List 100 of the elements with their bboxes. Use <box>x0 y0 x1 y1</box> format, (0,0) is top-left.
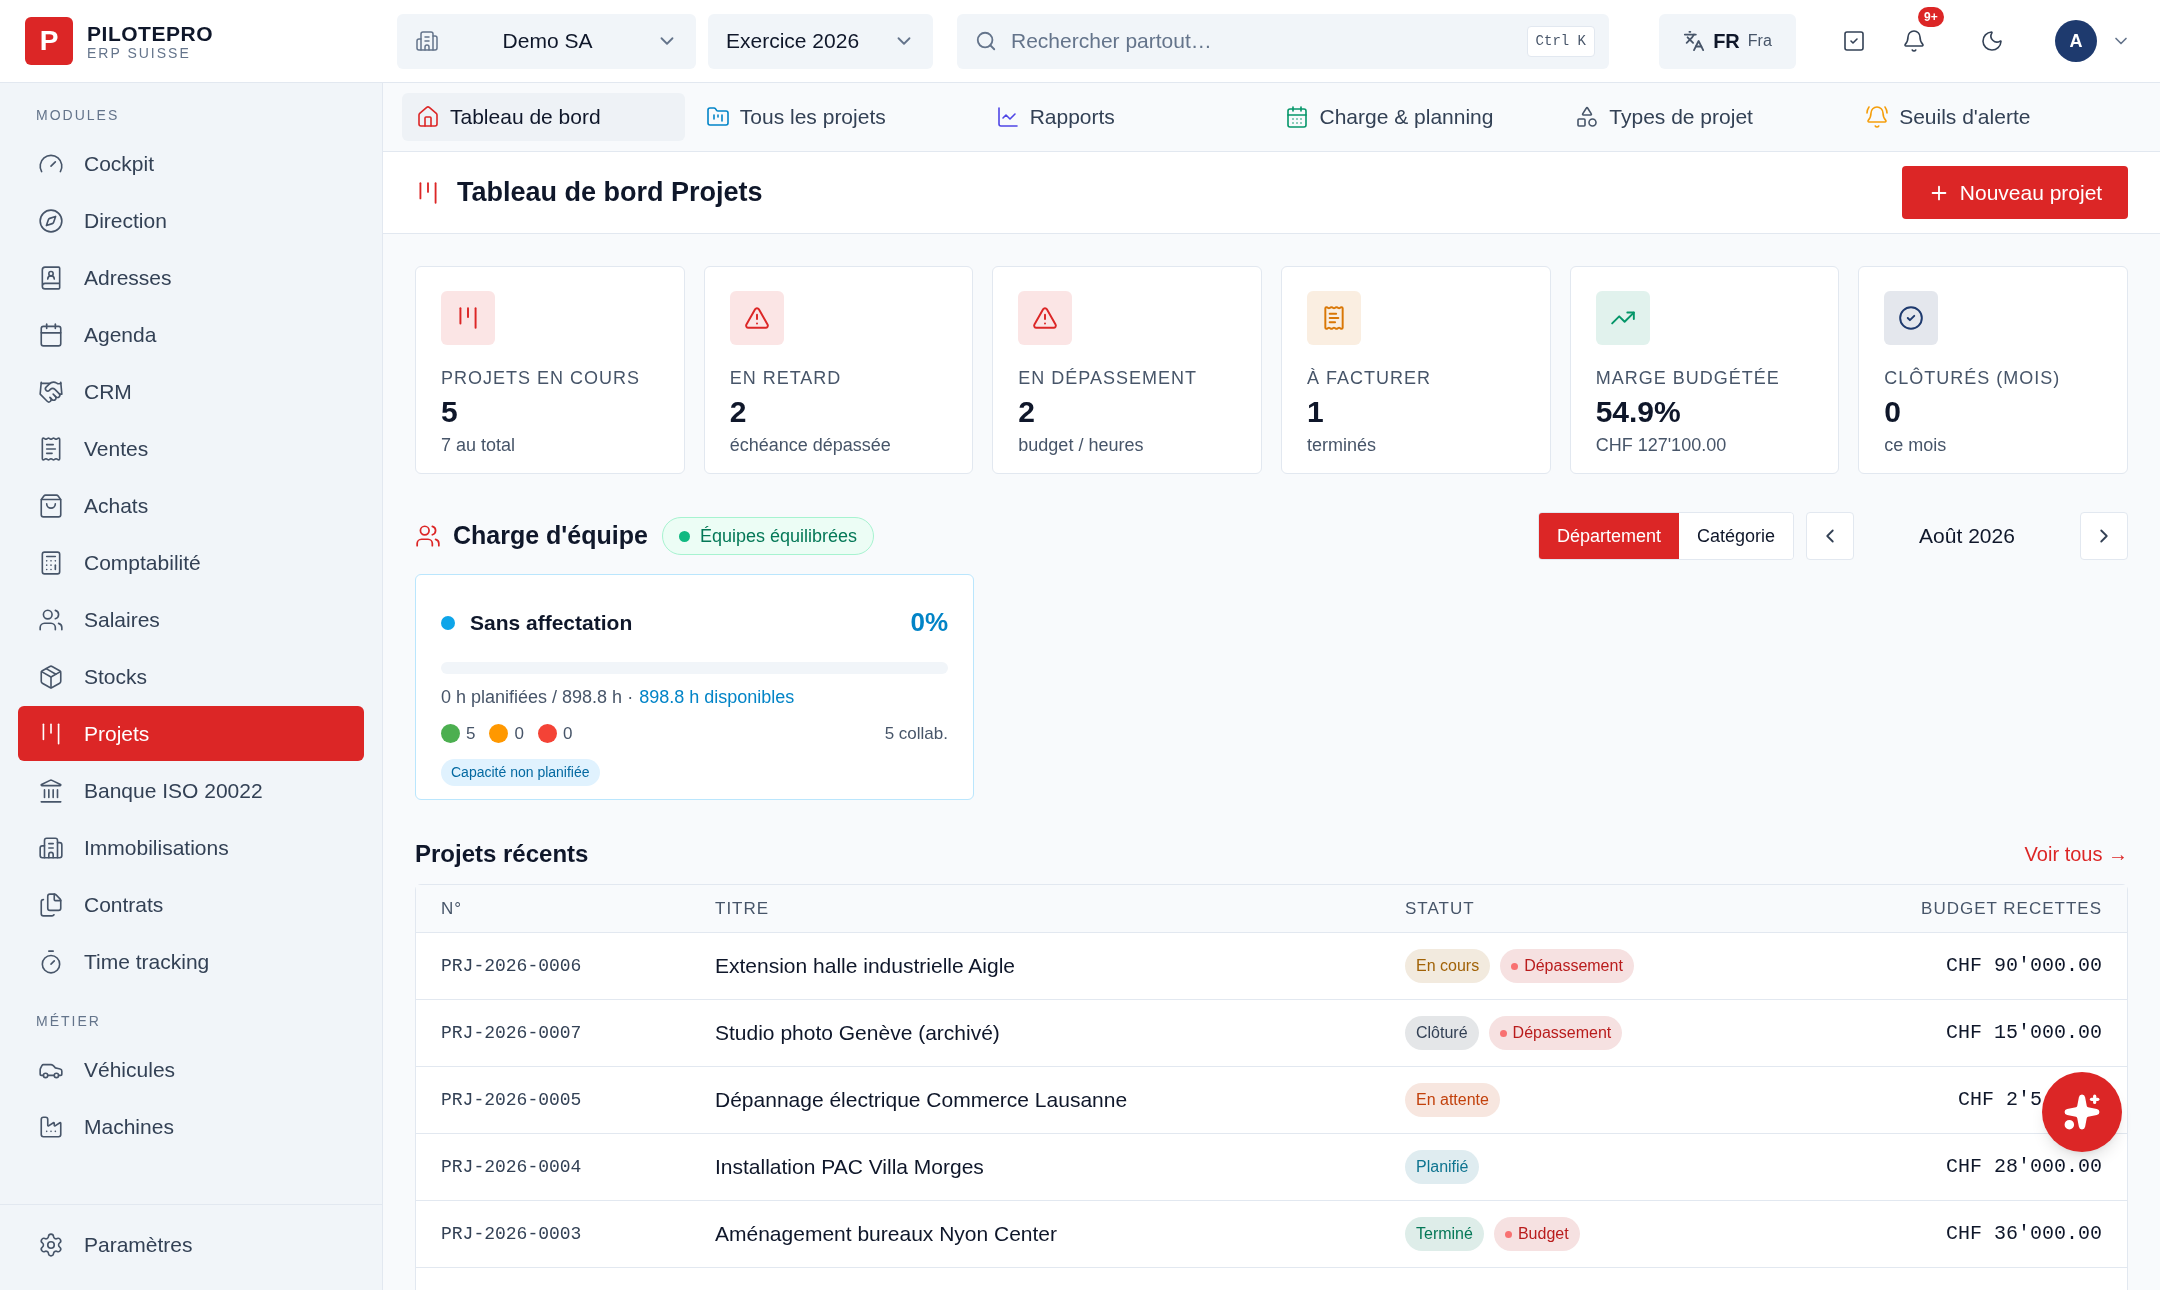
stat-label: PROJETS EN COURS <box>441 367 642 390</box>
stat-value: 1 <box>1307 394 1325 430</box>
new-project-button[interactable]: Nouveau projet <box>1902 166 2128 219</box>
settings-item[interactable]: Paramètres <box>18 1217 364 1272</box>
stat-caption: 7 au total <box>441 434 517 457</box>
sidebar-section-title: MÉTIER <box>35 1012 102 1031</box>
alert-badge: Dépassement <box>1500 949 1634 983</box>
sidebar-item[interactable]: Comptabilité <box>18 535 364 590</box>
project-number: PRJ-2026-0005 <box>441 1088 583 1112</box>
receipt-icon <box>1321 305 1347 331</box>
warning-icon <box>743 305 770 331</box>
project-title: Extension halle industrielle Aigle <box>715 953 1017 980</box>
stat-label: À FACTURER <box>1307 367 1432 390</box>
notification-count: 9+ <box>1918 7 1944 27</box>
section-title: Projets récents <box>415 839 589 869</box>
stat-label: CLÔTURÉS (MOIS) <box>1884 366 2062 390</box>
stat-caption: CHF 127'100.00 <box>1595 434 1728 457</box>
sidebar-item[interactable]: Adresses <box>18 250 364 305</box>
sidebar-item[interactable]: Contrats <box>18 877 364 932</box>
count-value: 0 <box>562 723 573 745</box>
sidebar-item[interactable]: Salaires <box>18 592 364 647</box>
budget-amount: CHF 15'000.00 <box>1945 1020 2102 1046</box>
stat-caption: budget / heures <box>1018 434 1145 457</box>
load-percent: 0% <box>910 606 948 639</box>
stat-value: 0 <box>1884 394 1902 430</box>
fiscal-year-select[interactable]: Exercice 2026 <box>708 13 933 69</box>
sidebar-item[interactable]: Direction <box>18 193 364 248</box>
project-title: Studio photo Genève (archivé) <box>715 1020 1001 1047</box>
bank-icon <box>38 777 64 804</box>
alert-badge: Dépassement <box>1488 1016 1623 1050</box>
sidebar-item[interactable]: Véhicules <box>18 1042 364 1097</box>
sidebar-item[interactable]: Immobilisations <box>18 820 364 875</box>
sidebar-item[interactable]: Machines <box>18 1099 364 1154</box>
status-badge: Clôturé <box>1405 1016 1479 1050</box>
project-title: Aménagement bureaux Nyon Center <box>715 1221 1059 1248</box>
language-select[interactable]: FR Fra <box>1659 13 1796 69</box>
tab[interactable]: Rapports <box>981 93 1265 141</box>
stat-value: 5 <box>441 394 459 430</box>
tab[interactable]: Tableau de bord <box>402 93 685 141</box>
sidebar-section-title: MODULES <box>35 106 121 125</box>
alert-badge: Budget <box>1493 1217 1580 1251</box>
calendar-icon <box>38 321 64 348</box>
package-icon <box>38 663 64 690</box>
project-number: PRJ-2026-0003 <box>441 1222 583 1246</box>
budget-amount: CHF 90'000.00 <box>1945 953 2102 979</box>
translate-icon <box>1683 30 1706 52</box>
project-number: PRJ-2026-0006 <box>441 954 583 978</box>
status-badge: Équipes équilibrées <box>661 517 874 555</box>
project-title: Dépannage électrique Commerce Lausanne <box>715 1087 1129 1114</box>
members-count: 5 collab. <box>884 723 948 745</box>
bell-icon <box>1902 29 1926 53</box>
stat-caption: échéance dépassée <box>729 434 892 457</box>
check-circle-icon <box>1898 305 1925 331</box>
sidebar-item[interactable]: Ventes <box>18 421 364 476</box>
building-icon <box>38 834 64 861</box>
count-value: 0 <box>514 723 524 745</box>
tab[interactable]: Charge & planning <box>1271 93 1555 141</box>
tab[interactable]: Seuils d'alerte <box>1851 93 2134 141</box>
sidebar-item[interactable]: Banque ISO 20022 <box>18 763 364 818</box>
app-subtitle: ERP SUISSE <box>87 45 192 60</box>
status-badge: Planifié <box>1405 1150 1480 1184</box>
column-header: BUDGET RECETTES <box>1920 897 2102 920</box>
status-badge: Terminé <box>1405 1217 1484 1251</box>
sidebar-item[interactable]: Time tracking <box>18 934 364 989</box>
home-icon <box>416 105 440 129</box>
capacity-tag: Capacité non planifiée <box>441 758 600 786</box>
stat-caption: ce mois <box>1884 434 1948 457</box>
view-toggle-option[interactable]: Catégorie <box>1678 513 1793 559</box>
app-name: PILOTEPRO <box>87 22 214 44</box>
budget-amount: CHF 36'000.00 <box>1945 1221 2102 1247</box>
stat-label: MARGE BUDGÉTÉE <box>1595 367 1781 390</box>
month-label: Août 2026 <box>1918 523 2016 550</box>
company-select[interactable]: Demo SA <box>397 13 696 69</box>
moon-icon <box>1980 29 2004 53</box>
view-toggle-option[interactable]: Département <box>1538 513 1679 559</box>
tab[interactable]: Types de projet <box>1561 93 1845 141</box>
budget-amount: CHF 2'5 <box>1958 1087 2042 1113</box>
sidebar-item[interactable]: CRM <box>18 364 364 419</box>
folder-icon <box>705 105 730 129</box>
count-value: 5 <box>466 723 476 745</box>
sidebar-item[interactable]: Achats <box>18 478 364 533</box>
tab[interactable]: Tous les projets <box>691 93 975 141</box>
sidebar-item[interactable]: Projets <box>18 706 364 761</box>
stat-label: EN DÉPASSEMENT <box>1018 367 1199 390</box>
stat-value: 54.9% <box>1595 394 1682 430</box>
app-logo: P <box>25 17 73 65</box>
sidebar-item[interactable]: Agenda <box>18 307 364 362</box>
stat-value: 2 <box>1018 394 1036 430</box>
status-badge: En attente <box>1405 1083 1500 1117</box>
budget-amount: CHF 28'000.00 <box>1945 1154 2102 1180</box>
stat-value: 2 <box>729 394 748 430</box>
people-icon <box>415 523 441 549</box>
sidebar-item[interactable]: Stocks <box>18 649 364 704</box>
column-header: TITRE <box>715 897 771 920</box>
page-title: Tableau de bord Projets <box>457 176 763 210</box>
stat-caption: terminés <box>1307 434 1377 457</box>
handshake-icon <box>38 378 64 405</box>
see-all-link[interactable]: Voir tous → <box>2024 839 2128 869</box>
bag-icon <box>38 492 64 519</box>
sidebar-item[interactable]: Cockpit <box>18 136 364 191</box>
